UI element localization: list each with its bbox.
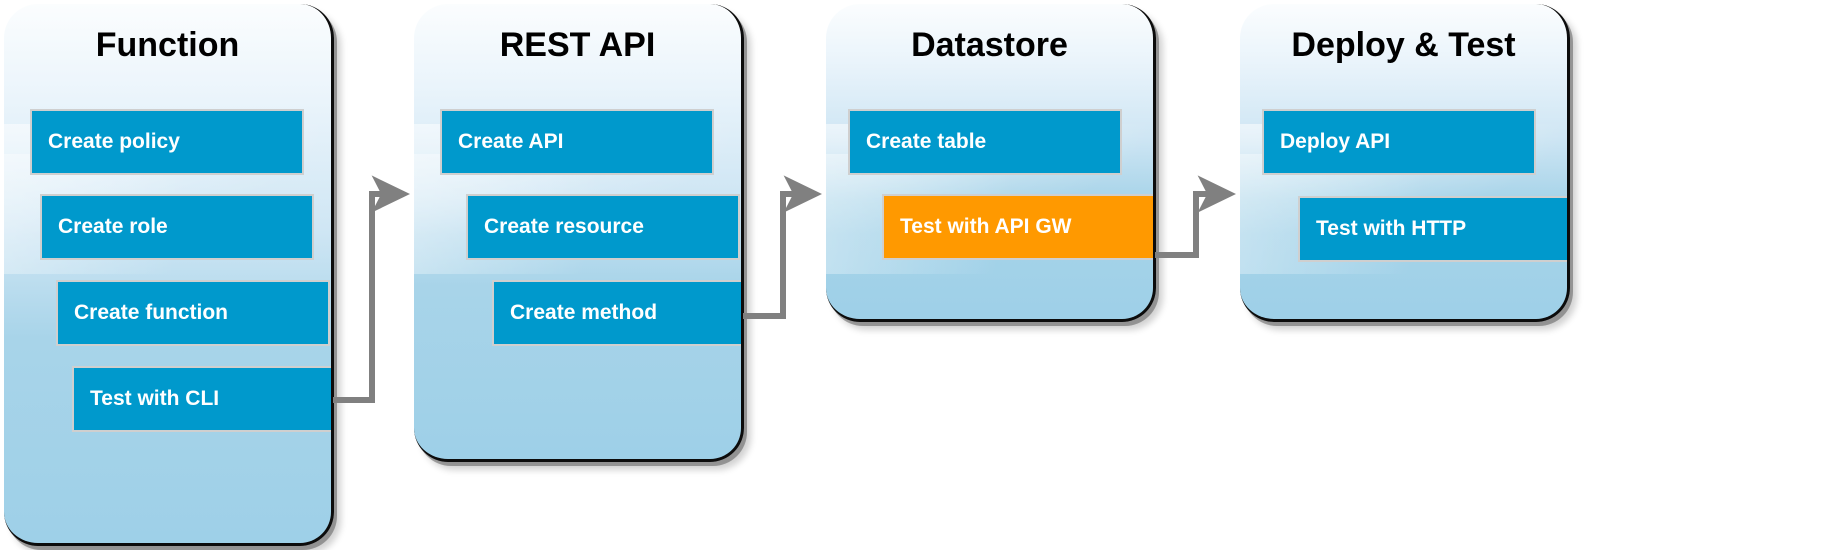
connector-datastore-to-deploy-and-test [1155,175,1236,258]
step-box-deploy-api[interactable]: Deploy API [1262,109,1536,175]
stage-panel-datastore[interactable]: Datastore Create table Test with API GW [826,4,1156,322]
connector-function-to-rest-api [333,175,410,403]
step-box-create-role[interactable]: Create role [40,194,314,260]
stage-title-datastore: Datastore [911,26,1068,64]
step-label: Create resource [484,215,644,238]
step-label: Create policy [48,130,180,153]
stage-title-rest-api: REST API [499,26,656,64]
step-label: Create role [58,215,168,238]
stage-title-function: Function [95,26,240,64]
step-box-create-function[interactable]: Create function [56,280,330,346]
step-label: Create function [74,301,229,324]
step-label: Deploy API [1280,130,1391,153]
step-box-create-method[interactable]: Create method [492,280,741,346]
diagram-canvas: Function Create policy Create role Creat… [0,0,1828,550]
stage-panel-deploy-and-test[interactable]: Deploy & Test Deploy API Test with HTTP [1240,4,1570,322]
step-box-test-with-http[interactable]: Test with HTTP [1298,196,1567,262]
step-box-test-with-cli[interactable]: Test with CLI [72,366,331,432]
stage-panel-rest-api[interactable]: REST API Create API Create resource Crea… [414,4,744,462]
step-label: Test with CLI [90,387,220,410]
step-box-create-resource[interactable]: Create resource [466,194,740,260]
step-box-test-with-api-gw[interactable]: Test with API GW [882,194,1153,260]
step-label: Test with HTTP [1316,217,1467,240]
connector-rest-api-to-datastore [743,175,822,319]
step-box-create-policy[interactable]: Create policy [30,109,304,175]
step-box-create-api[interactable]: Create API [440,109,714,175]
stage-panel-function[interactable]: Function Create policy Create role Creat… [4,4,334,546]
step-label: Create method [510,301,658,324]
step-label: Test with API GW [900,215,1072,238]
step-label: Create table [866,130,987,153]
stage-title-deploy-and-test: Deploy & Test [1291,26,1516,64]
step-box-create-table[interactable]: Create table [848,109,1122,175]
step-label: Create API [458,130,564,153]
